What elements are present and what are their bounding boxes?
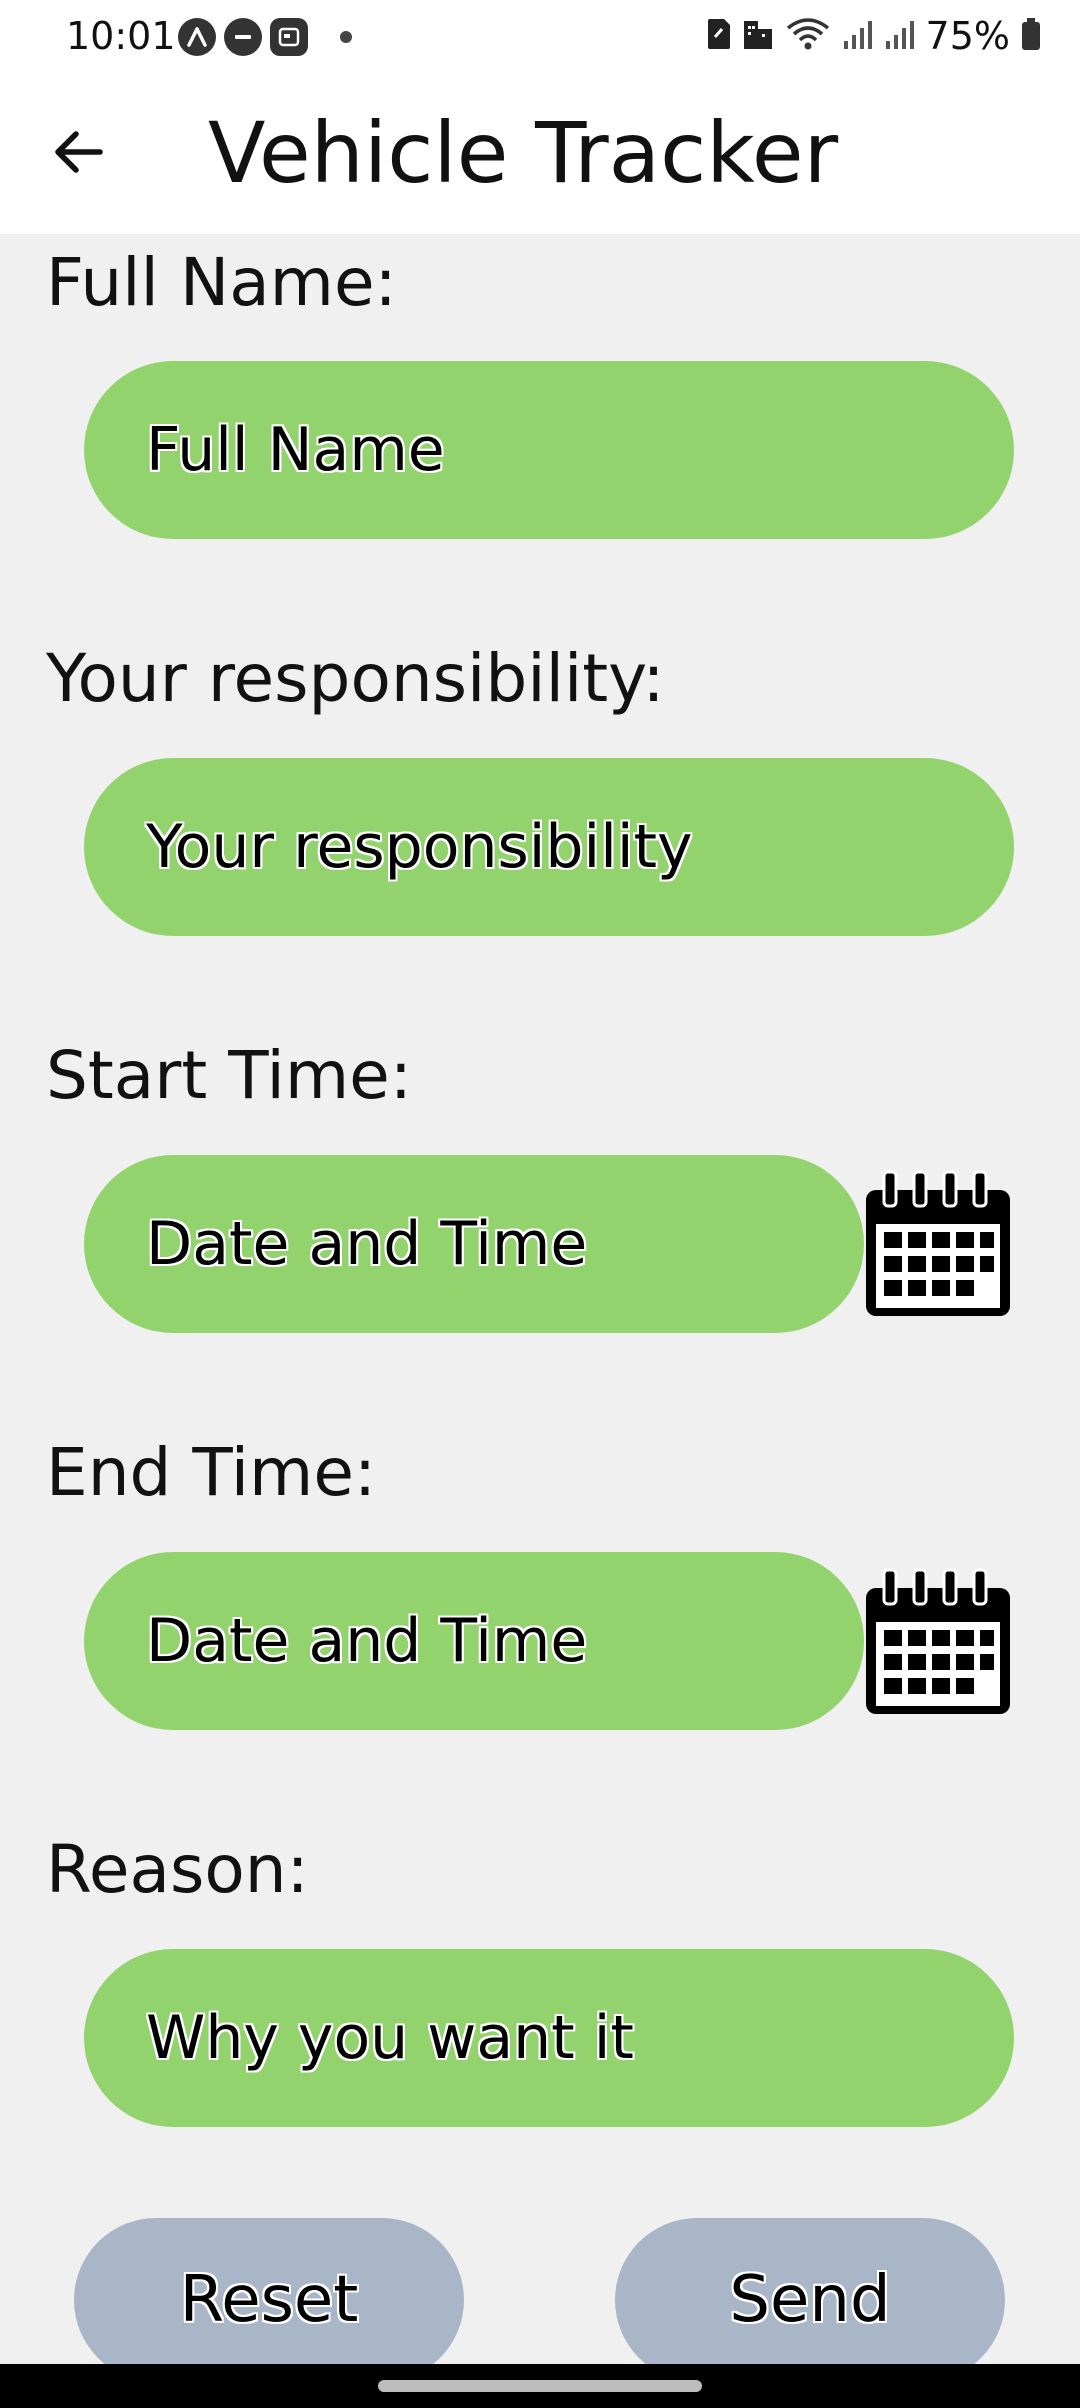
reason-input[interactable]: Why you want it xyxy=(84,1949,1014,2127)
start-time-calendar-button[interactable] xyxy=(862,1168,1014,1320)
full-name-label: Full Name: xyxy=(46,244,397,321)
signal-icon xyxy=(884,17,916,55)
signal-icon xyxy=(842,17,874,55)
dot-icon xyxy=(340,31,352,43)
wifi-icon xyxy=(784,16,832,56)
page-title: Vehicle Tracker xyxy=(208,104,839,202)
building-icon xyxy=(742,17,774,55)
home-indicator[interactable] xyxy=(378,2380,702,2392)
status-system-icons: 75% xyxy=(706,14,1042,58)
status-bar: 10:01 75% xyxy=(0,0,1080,72)
calendar-icon xyxy=(866,1170,1010,1316)
responsibility-label: Your responsibility: xyxy=(46,640,665,717)
responsibility-input[interactable]: Your responsibility xyxy=(84,758,1014,936)
reason-label: Reason: xyxy=(46,1831,309,1908)
minus-circle-icon xyxy=(224,18,262,56)
status-notification-icons xyxy=(178,18,352,56)
back-button[interactable] xyxy=(42,116,114,188)
navigation-bar xyxy=(0,2364,1080,2408)
battery-percentage: 75% xyxy=(925,14,1010,58)
status-time: 10:01 xyxy=(66,14,176,58)
calendar-icon xyxy=(866,1568,1010,1714)
end-time-input[interactable]: Date and Time xyxy=(84,1552,864,1730)
end-time-calendar-button[interactable] xyxy=(862,1566,1014,1718)
app-bar: Vehicle Tracker xyxy=(0,72,1080,234)
reset-button[interactable]: Reset xyxy=(74,2218,464,2382)
app-a-icon xyxy=(178,18,216,56)
card-icon xyxy=(270,18,308,56)
sim-icon xyxy=(706,17,732,55)
arrow-left-icon xyxy=(55,131,103,173)
start-time-label: Start Time: xyxy=(46,1037,412,1114)
send-button[interactable]: Send xyxy=(615,2218,1005,2382)
battery-icon xyxy=(1020,16,1042,56)
full-name-input[interactable]: Full Name xyxy=(84,361,1014,539)
end-time-label: End Time: xyxy=(46,1434,377,1511)
start-time-input[interactable]: Date and Time xyxy=(84,1155,864,1333)
